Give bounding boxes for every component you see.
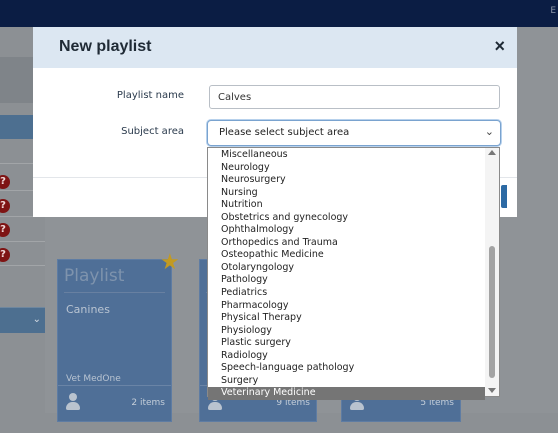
dropdown-option[interactable]: Veterinary Medicine <box>208 387 485 400</box>
topbar-corner-text: E <box>550 6 556 16</box>
card-footer: 2 items <box>58 385 171 421</box>
card-title: Playlist <box>64 266 125 286</box>
dropdown-option[interactable]: Ophthalmology <box>208 224 485 237</box>
chevron-down-icon: ⌄ <box>32 314 41 325</box>
subject-area-label: Subject area <box>121 126 184 137</box>
dropdown-option[interactable]: Orthopedics and Trauma <box>208 237 485 250</box>
dropdown-option[interactable]: Neurosurgery <box>208 174 485 187</box>
scroll-up-icon[interactable] <box>488 150 496 155</box>
dialog-header: New playlist × <box>33 27 517 68</box>
dropdown-option[interactable]: Plastic surgery <box>208 337 485 350</box>
subject-area-options: Miscellaneous Neurology Neurosurgery Nursin… <box>208 149 485 400</box>
dropdown-option[interactable]: Physiology <box>208 325 485 338</box>
dropdown-option[interactable]: Miscellaneous <box>208 149 485 162</box>
scroll-down-icon[interactable] <box>488 388 496 393</box>
dropdown-option[interactable]: Surgery <box>208 375 485 388</box>
playlist-name-input[interactable] <box>209 85 500 109</box>
card-item-count: 2 items <box>131 398 165 408</box>
top-navigation-bar: E <box>0 0 558 27</box>
playlist-name-label: Playlist name <box>116 90 184 101</box>
dropdown-scrollbar[interactable] <box>485 148 499 396</box>
dropdown-option[interactable]: Neurology <box>208 162 485 175</box>
subject-area-value: Please select subject area <box>219 127 350 138</box>
card-author: Vet MedOne <box>66 374 121 384</box>
left-divider <box>0 241 45 242</box>
dropdown-option[interactable]: Osteopathic Medicine <box>208 249 485 262</box>
card-subtitle: Canines <box>66 303 110 316</box>
chevron-down-icon: ⌄ <box>484 125 494 138</box>
subject-area-dropdown: Miscellaneous Neurology Neurosurgery Nursin… <box>207 147 500 400</box>
dropdown-option[interactable]: Radiology <box>208 350 485 363</box>
dropdown-option[interactable]: Pharmacology <box>208 300 485 313</box>
dialog-title: New playlist <box>59 38 152 55</box>
dropdown-option[interactable]: Otolaryngology <box>208 262 485 275</box>
dropdown-option[interactable]: Speech-language pathology <box>208 362 485 375</box>
playlist-card[interactable]: ★ Playlist Canines Vet MedOne 2 items <box>57 250 180 422</box>
left-divider <box>0 265 45 266</box>
scrollbar-thumb[interactable] <box>489 246 495 378</box>
dropdown-option[interactable]: Physical Therapy <box>208 312 485 325</box>
dropdown-option[interactable]: Nutrition <box>208 199 485 212</box>
card-divider <box>64 292 165 293</box>
dialog-submit-button[interactable] <box>501 185 507 208</box>
dropdown-option[interactable]: Obstetrics and gynecology <box>208 212 485 225</box>
user-icon <box>66 393 80 411</box>
dropdown-option[interactable]: Pediatrics <box>208 287 485 300</box>
subject-area-select[interactable]: Please select subject area ⌄ <box>207 120 501 146</box>
left-sidebar-select[interactable]: ⌄ <box>0 307 45 333</box>
close-icon[interactable]: × <box>494 36 505 57</box>
dropdown-option[interactable]: Pathology <box>208 274 485 287</box>
dropdown-option[interactable]: Nursing <box>208 187 485 200</box>
star-icon[interactable]: ★ <box>160 250 180 275</box>
